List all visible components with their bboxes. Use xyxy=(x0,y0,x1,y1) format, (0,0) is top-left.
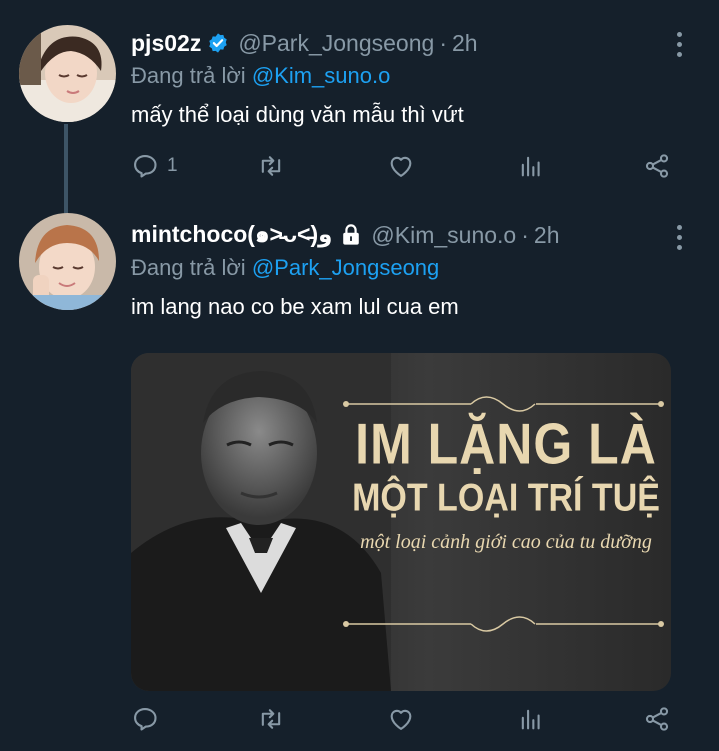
tweet-1[interactable]: pjs02z @Park_Jongseong · 2h Đang trả lời… xyxy=(0,0,719,214)
retweet-icon xyxy=(261,156,281,176)
avatar[interactable] xyxy=(19,213,116,310)
tweet-header: pjs02z @Park_Jongseong · 2h xyxy=(131,26,669,60)
avatar[interactable] xyxy=(19,25,116,122)
tweet-text: mấy thể loại dùng văn mẫu thì vứt xyxy=(131,102,464,127)
reply-prefix: Đang trả lời xyxy=(131,63,246,88)
replying-to: Đang trả lời @Kim_suno.o xyxy=(131,60,669,92)
tweet-2[interactable]: mintchoco(๑˃̵ᴗ˂̵)و @Kim_suno.o · 2h Đang… xyxy=(0,200,719,751)
timestamp[interactable]: 2h xyxy=(534,222,560,249)
tweet-text: im lang nao co be xam lul cua em xyxy=(131,294,459,319)
quote-line-1: IM LẶNG LÀ xyxy=(355,411,657,477)
analytics-button[interactable] xyxy=(517,705,545,733)
separator-dot: · xyxy=(521,221,529,248)
reply-button[interactable]: 1 xyxy=(131,152,178,180)
lock-icon xyxy=(340,223,362,247)
separator-dot: · xyxy=(439,29,447,56)
share-icon xyxy=(645,154,669,178)
more-options-icon[interactable] xyxy=(677,225,683,250)
reply-icon xyxy=(134,708,157,731)
replying-to: Đang trả lời @Park_Jongseong xyxy=(131,252,669,284)
heart-icon xyxy=(390,156,412,177)
retweet-button[interactable] xyxy=(257,705,285,733)
quote-line-2: MỘT LOẠI TRÍ TUỆ xyxy=(352,476,660,520)
user-handle[interactable]: @Kim_suno.o xyxy=(371,222,516,249)
tweet-actions: 1 xyxy=(131,148,675,184)
timestamp[interactable]: 2h xyxy=(452,30,478,57)
tweet-actions xyxy=(131,701,675,737)
reply-prefix: Đang trả lời xyxy=(131,255,246,280)
quote-text: IM LẶNG LÀ MỘT LOẠI TRÍ TUỆ một loại cản… xyxy=(346,412,666,557)
more-options-icon[interactable] xyxy=(677,32,683,57)
display-name[interactable]: pjs02z xyxy=(131,30,201,57)
reply-icon xyxy=(134,155,157,178)
display-name[interactable]: mintchoco(๑˃̵ᴗ˂̵)و xyxy=(131,217,332,253)
avatar-photo xyxy=(19,25,116,122)
reply-mention-link[interactable]: @Park_Jongseong xyxy=(252,255,439,280)
heart-icon xyxy=(390,709,412,730)
reply-count: 1 xyxy=(167,155,178,176)
verified-badge-icon xyxy=(207,32,229,54)
analytics-button[interactable] xyxy=(517,152,545,180)
like-button[interactable] xyxy=(387,705,415,733)
bar-chart-icon xyxy=(521,709,540,730)
tweet-header: mintchoco(๑˃̵ᴗ˂̵)و @Kim_suno.o · 2h xyxy=(131,218,669,252)
share-button[interactable] xyxy=(643,152,671,180)
share-icon xyxy=(645,707,669,731)
ornament-divider xyxy=(343,616,664,632)
bar-chart-icon xyxy=(521,156,540,177)
user-handle[interactable]: @Park_Jongseong xyxy=(238,30,434,57)
reply-mention-link[interactable]: @Kim_suno.o xyxy=(252,63,391,88)
reply-button[interactable] xyxy=(131,705,159,733)
retweet-button[interactable] xyxy=(257,152,285,180)
tweet-media-image[interactable]: IM LẶNG LÀ MỘT LOẠI TRÍ TUỆ một loại cản… xyxy=(131,353,671,691)
avatar-photo xyxy=(19,213,116,310)
retweet-icon xyxy=(261,709,281,729)
quote-line-3: một loại cảnh giới cao của tu dưỡng xyxy=(360,531,652,553)
share-button[interactable] xyxy=(643,705,671,733)
like-button[interactable] xyxy=(387,152,415,180)
